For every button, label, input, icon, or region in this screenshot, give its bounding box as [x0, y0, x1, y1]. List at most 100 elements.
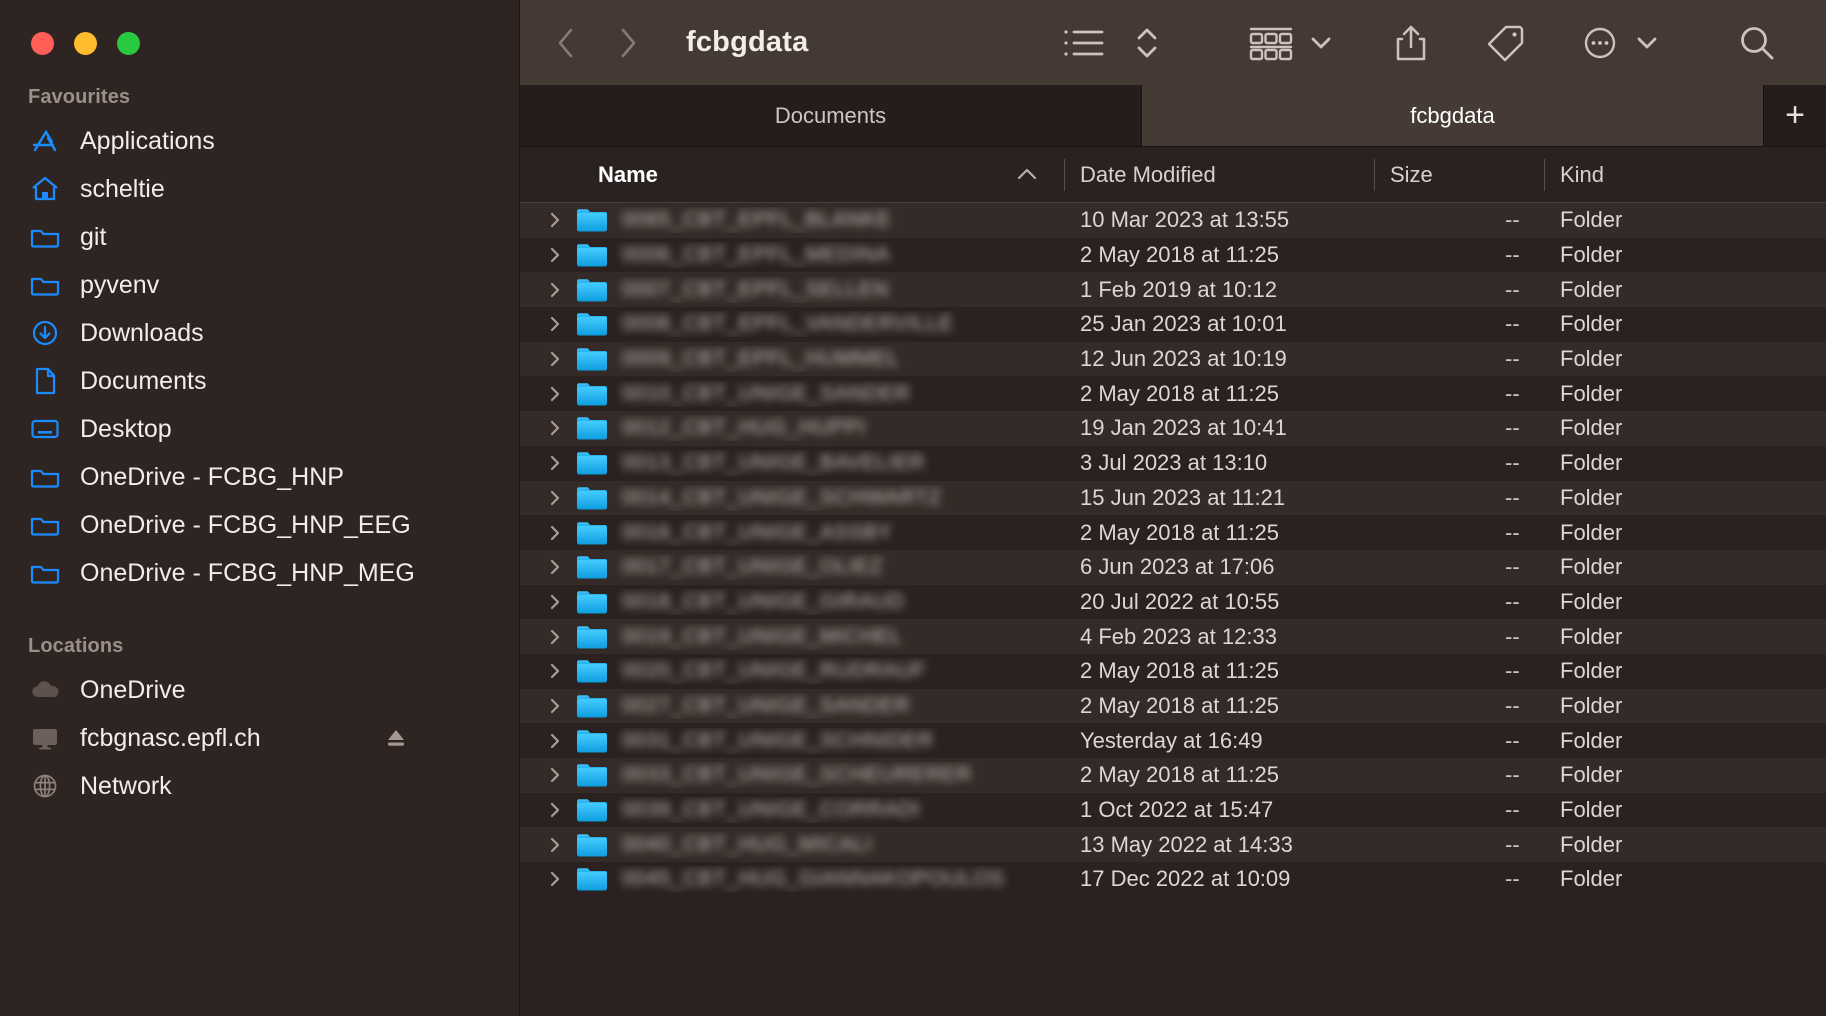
file-name-cell[interactable]: 0014_CBT_UNIGE_SCHWARTZ [520, 485, 1065, 511]
table-row[interactable]: 0033_CBT_UNIGE_SCHEURERER 2 May 2018 at 1… [520, 758, 1826, 793]
file-name-cell[interactable]: 0039_CBT_UNIGE_CORRADI [520, 797, 1065, 823]
disclosure-triangle-icon[interactable] [542, 245, 568, 265]
disclosure-triangle-icon[interactable] [542, 210, 568, 230]
file-name-cell[interactable]: 0010_CBT_UNIGE_SANDER [520, 381, 1065, 407]
folder-icon [576, 728, 610, 754]
view-as-list-icon[interactable] [1056, 18, 1112, 68]
disclosure-triangle-icon[interactable] [542, 453, 568, 473]
sidebar-item-fcbgnasc[interactable]: fcbgnasc.epfl.ch [0, 714, 519, 762]
column-header-date-modified[interactable]: Date Modified [1065, 147, 1375, 203]
file-name-cell[interactable]: 0020_CBT_UNIGE_RUDRAUF [520, 658, 1065, 684]
sidebar-item-documents[interactable]: Documents [0, 357, 519, 405]
disclosure-triangle-icon[interactable] [542, 592, 568, 612]
disclosure-triangle-icon[interactable] [542, 869, 568, 889]
table-row[interactable]: 0018_CBT_UNIGE_GIRAUD 20 Jul 2022 at 10:5… [520, 584, 1826, 620]
file-name-cell[interactable]: 0007_CBT_EPFL_SELLEN [520, 277, 1065, 303]
search-icon[interactable] [1730, 18, 1784, 68]
disclosure-triangle-icon[interactable] [542, 835, 568, 855]
file-name-cell[interactable]: 0027_CBT_UNIGE_SANDER [520, 693, 1065, 719]
file-kind: Folder [1560, 415, 1623, 441]
table-row[interactable]: 0012_CBT_HUG_HUPPI 19 Jan 2023 at 10:41 --… [520, 411, 1826, 446]
disclosure-triangle-icon[interactable] [542, 557, 568, 577]
file-list[interactable]: 0065_CBT_EPFL_BLANKE 10 Mar 2023 at 13:55… [520, 203, 1826, 1016]
eject-icon[interactable] [383, 725, 409, 751]
tab-documents[interactable]: Documents [520, 85, 1142, 146]
group-view-icon[interactable] [1242, 18, 1300, 68]
sidebar-item-onedrive-fcbg-hnp-eeg[interactable]: OneDrive - FCBG_HNP_EEG [0, 501, 519, 549]
table-row[interactable]: 0020_CBT_UNIGE_RUDRAUF 2 May 2018 at 11:2… [520, 653, 1826, 689]
file-name-cell[interactable]: 0009_CBT_EPFL_HUMMEL [520, 346, 1065, 372]
column-header-kind[interactable]: Kind [1545, 147, 1826, 203]
sidebar-item-network[interactable]: Network [0, 762, 519, 810]
sidebar-item-applications[interactable]: Applications [0, 117, 519, 165]
close-button[interactable] [31, 32, 54, 55]
back-button[interactable] [550, 21, 582, 65]
new-tab-button[interactable]: + [1764, 85, 1826, 146]
sidebar-item-onedrive-fcbg-hnp-meg[interactable]: OneDrive - FCBG_HNP_MEG [0, 549, 519, 597]
disclosure-triangle-icon[interactable] [542, 418, 568, 438]
chevron-down-icon[interactable] [1308, 33, 1334, 53]
sidebar-item-onedrive[interactable]: OneDrive [0, 666, 519, 714]
disclosure-triangle-icon[interactable] [542, 696, 568, 716]
disclosure-triangle-icon[interactable] [542, 731, 568, 751]
disclosure-triangle-icon[interactable] [542, 314, 568, 334]
table-row[interactable]: 0045_CBT_HUG_GIANNAKOPOULOS 17 Dec 2022 a… [520, 862, 1826, 897]
file-size: -- [1505, 484, 1520, 510]
disclosure-triangle-icon[interactable] [542, 384, 568, 404]
file-name-cell[interactable]: 0033_CBT_UNIGE_SCHEURERER [520, 762, 1065, 788]
table-row[interactable]: 0040_CBT_HUG_MICALI 13 May 2022 at 14:33 -… [520, 827, 1826, 863]
file-name-cell[interactable]: 0016_CBT_UNIGE_ASSBY [520, 520, 1065, 546]
file-name-cell[interactable]: 0006_CBT_EPFL_MEDINA [520, 242, 1065, 268]
table-row[interactable]: 0009_CBT_EPFL_HUMMEL 12 Jun 2023 at 10:19… [520, 341, 1826, 377]
sidebar-item-pyvenv[interactable]: pyvenv [0, 261, 519, 309]
file-name-cell[interactable]: 0019_CBT_UNIGE_MICHEL [520, 624, 1065, 650]
disclosure-triangle-icon[interactable] [542, 800, 568, 820]
table-row[interactable]: 0031_CBT_UNIGE_SCHNIDER Yesterday at 16:4… [520, 723, 1826, 758]
table-row[interactable]: 0010_CBT_UNIGE_SANDER 2 May 2018 at 11:25… [520, 376, 1826, 412]
file-name-cell[interactable]: 0012_CBT_HUG_HUPPI [520, 415, 1065, 441]
more-actions-icon[interactable] [1574, 18, 1626, 68]
sidebar-item-onedrive-fcbg-hnp[interactable]: OneDrive - FCBG_HNP [0, 453, 519, 501]
file-name-cell[interactable]: 0017_CBT_UNIGE_OLIEZ [520, 554, 1065, 580]
table-row[interactable]: 0006_CBT_EPFL_MEDINA 2 May 2018 at 11:25 -… [520, 237, 1826, 273]
file-name-cell[interactable]: 0013_CBT_UNIGE_BAVELIER [520, 450, 1065, 476]
disclosure-triangle-icon[interactable] [542, 765, 568, 785]
sidebar-item-git[interactable]: git [0, 213, 519, 261]
sidebar-item-scheltie[interactable]: scheltie [0, 165, 519, 213]
file-name-cell[interactable]: 0008_CBT_EPFL_VANDERVILLE [520, 311, 1065, 337]
table-row[interactable]: 0014_CBT_UNIGE_SCHWARTZ 15 Jun 2023 at 11… [520, 480, 1826, 516]
file-name-cell[interactable]: 0040_CBT_HUG_MICALI [520, 832, 1065, 858]
minimize-button[interactable] [74, 32, 97, 55]
disclosure-triangle-icon[interactable] [542, 661, 568, 681]
disclosure-triangle-icon[interactable] [542, 349, 568, 369]
tag-icon[interactable] [1478, 18, 1532, 68]
file-name-cell[interactable]: 0018_CBT_UNIGE_GIRAUD [520, 589, 1065, 615]
sidebar-item-downloads[interactable]: Downloads [0, 309, 519, 357]
zoom-button[interactable] [117, 32, 140, 55]
column-header-size[interactable]: Size [1375, 147, 1545, 203]
file-name-cell[interactable]: 0045_CBT_HUG_GIANNAKOPOULOS [520, 866, 1065, 892]
sort-chevrons-icon[interactable] [1126, 18, 1168, 68]
table-row[interactable]: 0013_CBT_UNIGE_BAVELIER 3 Jul 2023 at 13:… [520, 445, 1826, 481]
sidebar-item-desktop[interactable]: Desktop [0, 405, 519, 453]
table-row[interactable]: 0017_CBT_UNIGE_OLIEZ 6 Jun 2023 at 17:06 -… [520, 549, 1826, 585]
disclosure-triangle-icon[interactable] [542, 523, 568, 543]
navigation-buttons [550, 21, 644, 65]
table-row[interactable]: 0027_CBT_UNIGE_SANDER 2 May 2018 at 11:25… [520, 688, 1826, 724]
tab-fcbgdata[interactable]: fcbgdata [1142, 85, 1764, 146]
disclosure-triangle-icon[interactable] [542, 488, 568, 508]
table-row[interactable]: 0016_CBT_UNIGE_ASSBY 2 May 2018 at 11:25 -… [520, 515, 1826, 550]
file-name-cell[interactable]: 0031_CBT_UNIGE_SCHNIDER [520, 728, 1065, 754]
table-row[interactable]: 0039_CBT_UNIGE_CORRADI 1 Oct 2022 at 15:4… [520, 792, 1826, 828]
table-row[interactable]: 0007_CBT_EPFL_SELLEN 1 Feb 2019 at 10:12 -… [520, 272, 1826, 308]
disclosure-triangle-icon[interactable] [542, 280, 568, 300]
share-icon[interactable] [1386, 18, 1436, 68]
table-row[interactable]: 0019_CBT_UNIGE_MICHEL 4 Feb 2023 at 12:33… [520, 619, 1826, 654]
disclosure-triangle-icon[interactable] [542, 627, 568, 647]
table-row[interactable]: 0065_CBT_EPFL_BLANKE 10 Mar 2023 at 13:55… [520, 203, 1826, 238]
column-header-name[interactable]: Name [520, 147, 1065, 203]
chevron-down-icon[interactable] [1634, 33, 1660, 53]
forward-button[interactable] [612, 21, 644, 65]
table-row[interactable]: 0008_CBT_EPFL_VANDERVILLE 25 Jan 2023 at … [520, 307, 1826, 342]
file-name-cell[interactable]: 0065_CBT_EPFL_BLANKE [520, 207, 1065, 233]
